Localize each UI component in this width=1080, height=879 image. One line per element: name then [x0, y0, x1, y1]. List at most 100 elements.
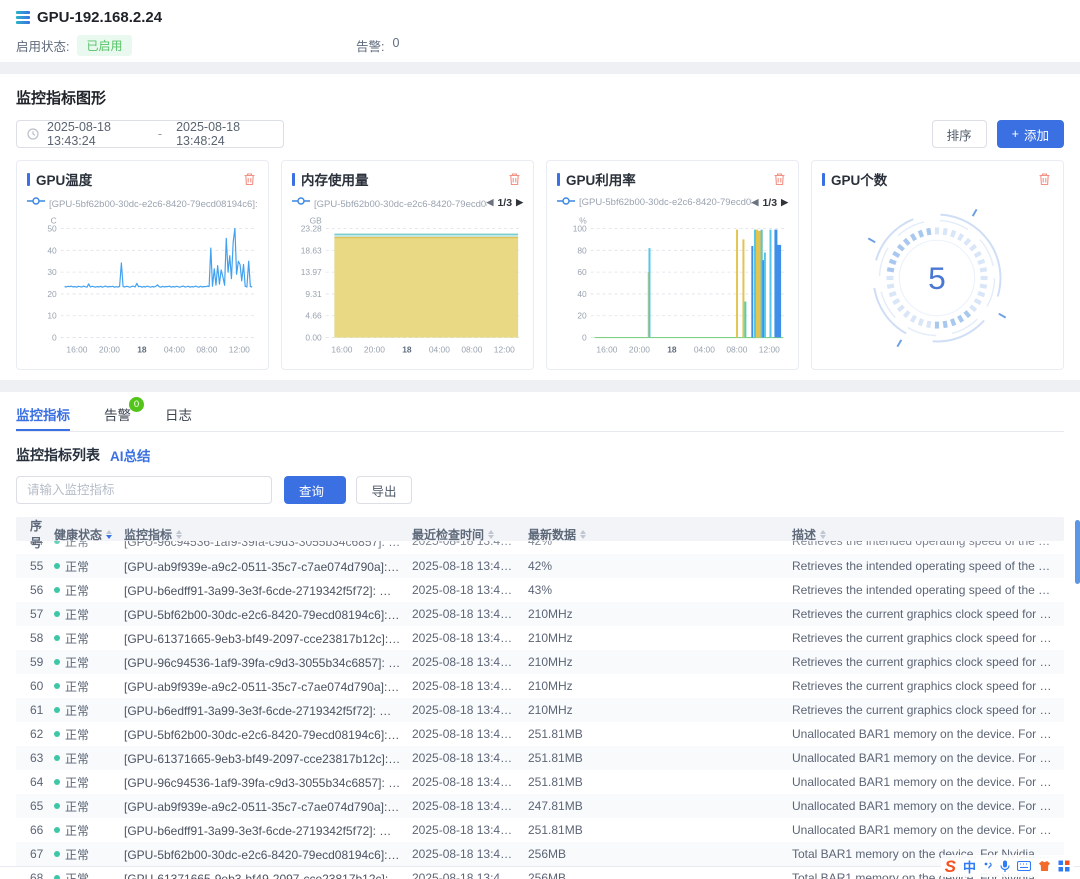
health-status-cell: 正常	[54, 822, 124, 839]
sort-carets-icon[interactable]	[106, 530, 112, 539]
metric-name-cell: [GPU-96c94536-1af9-39fa-c9d3-3055b34c685…	[124, 774, 412, 791]
page-title: GPU-192.168.2.24	[37, 9, 162, 26]
svg-text:20:00: 20:00	[99, 344, 120, 354]
health-dot-icon	[54, 635, 60, 641]
sort-carets-icon[interactable]	[820, 530, 826, 539]
svg-text:60: 60	[577, 267, 587, 277]
health-status-cell: 正常	[54, 798, 124, 815]
column-header-time[interactable]: 最近检查时间	[412, 526, 528, 543]
description-cell: Unallocated BAR1 memory on the device. F…	[792, 751, 1064, 765]
sort-carets-icon[interactable]	[176, 530, 182, 539]
column-header-desc[interactable]: 描述	[792, 526, 1064, 543]
date-range-separator: -	[152, 127, 168, 141]
pager-prev-icon[interactable]: ◀	[752, 197, 759, 208]
ime-sogou-logo-icon[interactable]: S	[945, 858, 956, 875]
date-range-start: 2025-08-18 13:43:24	[47, 120, 144, 148]
delete-chart-icon[interactable]	[771, 170, 788, 188]
charts-buttons: 排序 +添加	[932, 120, 1064, 148]
gpu-count-gauge: 5	[822, 189, 1053, 367]
metric-search-input[interactable]	[16, 476, 272, 504]
sort-button[interactable]: 排序	[932, 120, 987, 148]
chart-card-gpu-temperature: GPU温度 [GPU-5bf62b00-30dc-e2c6-8420-79ecd…	[16, 160, 269, 370]
delete-chart-icon[interactable]	[1036, 170, 1053, 188]
table-row: 65正常[GPU-ab9f939e-a9c2-0511-35c7-c7ae074…	[16, 794, 1064, 818]
sort-carets-icon[interactable]	[580, 530, 586, 539]
device-list-icon	[16, 11, 30, 24]
table-row: 68正常[GPU-61371665-9eb3-bf49-2097-cce2381…	[16, 866, 1064, 879]
chart-legend[interactable]: [GPU-5bf62b00-30dc-e2c6-8420-79ecd08194c…	[292, 195, 523, 210]
tab-logs[interactable]: 日志	[165, 404, 192, 431]
ime-toolbar: S 中	[941, 855, 1074, 877]
check-time-cell: 2025-08-18 13:47:06	[412, 655, 528, 669]
column-header-health[interactable]: 健康状态	[54, 526, 124, 543]
check-time-cell: 2025-08-18 13:47:17	[412, 775, 528, 789]
search-row: 查询 导出	[16, 476, 1064, 504]
column-header-value[interactable]: 最新数据	[528, 526, 792, 543]
svg-text:40: 40	[47, 245, 57, 255]
tab-monitor-metrics[interactable]: 监控指标	[16, 404, 70, 431]
metric-name-cell: [GPU-61371665-9eb3-bf49-2097-cce23817b12…	[124, 870, 412, 879]
health-dot-icon	[54, 659, 60, 665]
health-dot-icon	[54, 827, 60, 833]
row-number-cell: 65	[16, 799, 54, 813]
check-time-cell: 2025-08-18 13:47:05	[412, 679, 528, 693]
metric-charts-panel: 监控指标图形 2025-08-18 13:43:24 - 2025-08-18 …	[0, 74, 1080, 380]
column-label: 最近检查时间	[412, 526, 484, 543]
sort-carets-icon[interactable]	[488, 530, 494, 539]
ime-skin-icon[interactable]	[1038, 860, 1051, 872]
health-dot-icon	[54, 731, 60, 737]
status-row: 启用状态: 已启用 告警: 0	[16, 35, 1064, 56]
table-row: 54正常[GPU-96c94536-1af9-39fa-c9d3-3055b34…	[16, 541, 1064, 554]
description-cell: Unallocated BAR1 memory on the device. F…	[792, 775, 1064, 789]
latest-data-cell: 210MHz	[528, 655, 792, 669]
row-number-cell: 59	[16, 655, 54, 669]
latest-data-cell: 210MHz	[528, 607, 792, 621]
query-button[interactable]: 查询	[284, 476, 346, 504]
pager-prev-icon[interactable]: ◀	[487, 197, 494, 208]
delete-chart-icon[interactable]	[506, 170, 523, 188]
metric-name-cell: [GPU-b6edff91-3a99-3e3f-6cde-2719342f5f7…	[124, 582, 412, 599]
ai-summary-link[interactable]: AI总结	[110, 445, 151, 465]
row-number-cell: 62	[16, 727, 54, 741]
ime-punctuation-icon[interactable]	[983, 861, 993, 871]
table-scrollbar-thumb[interactable]	[1075, 520, 1080, 584]
health-status-cell: 正常	[54, 630, 124, 647]
export-button[interactable]: 导出	[356, 476, 412, 504]
latest-data-cell: 210MHz	[528, 703, 792, 717]
date-range-picker[interactable]: 2025-08-18 13:43:24 - 2025-08-18 13:48:2…	[16, 120, 284, 148]
delete-chart-icon[interactable]	[241, 170, 258, 188]
temperature-chart: 01020304050C16:0020:001804:0008:0012:00	[27, 212, 258, 362]
date-range-end: 2025-08-18 13:48:24	[176, 120, 273, 148]
ime-microphone-icon[interactable]	[1000, 860, 1010, 873]
row-number-cell: 68	[16, 871, 54, 879]
svg-text:20:00: 20:00	[629, 344, 650, 354]
chart-card-gpu-count: GPU个数 5	[811, 160, 1064, 370]
svg-text:13.97: 13.97	[301, 267, 322, 277]
svg-text:08:00: 08:00	[461, 344, 482, 354]
chart-legend[interactable]: [GPU-5bf62b00-30dc-e2c6-8420-79ecd08194c…	[27, 195, 258, 210]
table-row: 66正常[GPU-b6edff91-3a99-3e3f-6cde-2719342…	[16, 818, 1064, 842]
tab-alarms[interactable]: 告警0	[104, 404, 131, 431]
enable-status-badge: 已启用	[77, 35, 131, 56]
memory-chart: 0.004.669.3113.9718.6323.28GB16:0020:001…	[292, 212, 523, 362]
title-row: GPU-192.168.2.24	[16, 9, 1064, 26]
pager-next-icon[interactable]: ▶	[781, 197, 788, 208]
table-header-row: 序号健康状态监控指标最近检查时间最新数据描述	[16, 517, 1064, 541]
column-header-metric[interactable]: 监控指标	[124, 526, 412, 543]
description-cell: Retrieves the intended operating speed o…	[792, 559, 1064, 573]
add-button[interactable]: +添加	[997, 120, 1064, 148]
chart-title: GPU温度	[27, 169, 92, 189]
health-status-cell: 正常	[54, 750, 124, 767]
health-dot-icon	[54, 707, 60, 713]
health-dot-icon	[54, 563, 60, 569]
table-row: 63正常[GPU-61371665-9eb3-bf49-2097-cce2381…	[16, 746, 1064, 770]
table-row: 58正常[GPU-61371665-9eb3-bf49-2097-cce2381…	[16, 626, 1064, 650]
pager-next-icon[interactable]: ▶	[516, 197, 523, 208]
table-row: 61正常[GPU-b6edff91-3a99-3e3f-6cde-2719342…	[16, 698, 1064, 722]
ime-toolbox-icon[interactable]	[1058, 860, 1070, 872]
chart-legend[interactable]: [GPU-5bf62b00-30dc-e2c6-8420-79ecd08194c…	[557, 195, 788, 210]
ime-keyboard-icon[interactable]	[1017, 861, 1031, 871]
svg-text:0: 0	[582, 333, 587, 343]
ime-chinese-mode-icon[interactable]: 中	[963, 857, 976, 876]
legend-marker-icon	[27, 197, 45, 208]
